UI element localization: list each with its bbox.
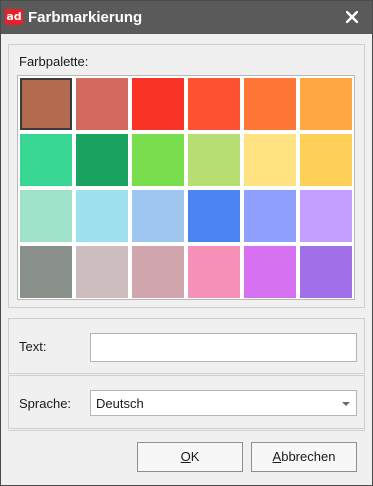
color-swatch[interactable] [300, 134, 352, 186]
palette-section: Farbpalette: [8, 44, 365, 308]
color-swatch-grid [17, 75, 355, 300]
text-label: Text: [19, 339, 47, 354]
color-swatch[interactable] [132, 134, 184, 186]
text-section: Text: [8, 318, 365, 374]
color-swatch[interactable] [132, 78, 184, 130]
color-swatch[interactable] [188, 134, 240, 186]
text-input[interactable] [90, 333, 357, 362]
color-swatch[interactable] [132, 246, 184, 298]
color-swatch[interactable] [20, 78, 72, 130]
palette-label: Farbpalette: [19, 54, 89, 69]
color-swatch[interactable] [188, 246, 240, 298]
color-swatch[interactable] [300, 246, 352, 298]
close-button[interactable] [338, 5, 366, 29]
color-swatch[interactable] [132, 190, 184, 242]
title-bar[interactable]: ad Farbmarkierung [1, 1, 372, 34]
cancel-button[interactable]: Abbrechen [251, 442, 357, 472]
color-swatch[interactable] [244, 246, 296, 298]
language-section: Sprache: Deutsch [8, 375, 365, 429]
language-select-value: Deutsch [96, 396, 144, 411]
ok-button[interactable]: OK [137, 442, 243, 472]
app-logo: ad [5, 9, 23, 25]
color-swatch[interactable] [20, 246, 72, 298]
cancel-button-label: Abbrechen [272, 449, 336, 464]
language-select[interactable]: Deutsch [90, 390, 357, 416]
color-swatch[interactable] [76, 134, 128, 186]
color-swatch[interactable] [20, 134, 72, 186]
color-swatch[interactable] [20, 190, 72, 242]
color-swatch[interactable] [76, 246, 128, 298]
color-swatch[interactable] [244, 134, 296, 186]
color-swatch[interactable] [244, 78, 296, 130]
color-swatch[interactable] [300, 190, 352, 242]
dialog-title: Farbmarkierung [28, 9, 143, 26]
close-icon [346, 11, 358, 23]
color-swatch[interactable] [76, 78, 128, 130]
color-swatch[interactable] [188, 78, 240, 130]
color-swatch[interactable] [300, 78, 352, 130]
chevron-down-icon [342, 402, 350, 406]
language-label: Sprache: [19, 396, 72, 411]
ok-button-label: OK [180, 449, 200, 464]
footer-divider [8, 430, 365, 431]
color-swatch[interactable] [188, 190, 240, 242]
color-swatch[interactable] [244, 190, 296, 242]
color-swatch[interactable] [76, 190, 128, 242]
color-marking-dialog: ad Farbmarkierung Farbpalette: Text: Spr… [0, 0, 373, 486]
